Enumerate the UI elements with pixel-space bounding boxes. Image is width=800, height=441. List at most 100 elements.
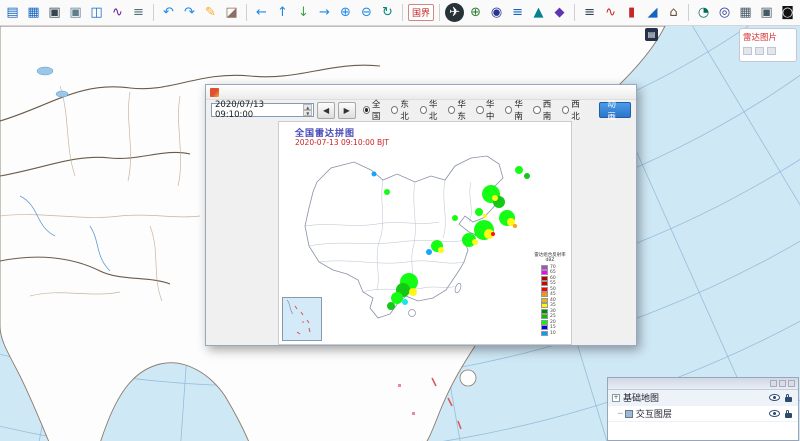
expander-icon[interactable]: + bbox=[612, 394, 620, 402]
layers-icon[interactable]: ≡ bbox=[508, 3, 527, 22]
radar-legend: 雷达组合反射率 dBZ 70656055504540353025201510 bbox=[532, 253, 568, 336]
pan-right-icon[interactable]: → bbox=[315, 3, 334, 22]
datetime-spinner[interactable]: ▲ ▼ bbox=[303, 104, 312, 116]
radar-echo bbox=[524, 173, 530, 179]
terrain-3d-icon[interactable]: ▲ bbox=[529, 3, 548, 22]
refresh-icon[interactable]: ↻ bbox=[378, 3, 397, 22]
region-radio-2[interactable]: 华北 bbox=[420, 98, 444, 122]
undo-icon[interactable]: ↶ bbox=[159, 3, 178, 22]
animate-button[interactable]: 动画 bbox=[599, 102, 631, 118]
legend-scale: 70656055504540353025201510 bbox=[532, 265, 568, 337]
radar-picture-panel[interactable]: 雷达图片 bbox=[739, 28, 797, 62]
zoom-out-icon[interactable]: ⊖ bbox=[357, 3, 376, 22]
radio-dot[interactable] bbox=[505, 106, 512, 114]
pan-down-icon[interactable]: ↓ bbox=[294, 3, 313, 22]
radar-picture-thumbs bbox=[743, 47, 793, 55]
legend-value: 15 bbox=[550, 325, 556, 330]
legend-swatch bbox=[541, 314, 548, 319]
visibility-eye-icon[interactable] bbox=[769, 394, 780, 401]
radio-dot[interactable] bbox=[448, 106, 455, 114]
legend-value: 65 bbox=[550, 270, 556, 275]
zoom-in-icon[interactable]: ⊕ bbox=[336, 3, 355, 22]
layers-panel-header[interactable] bbox=[608, 378, 798, 390]
layer-label: 交互图层 bbox=[636, 407, 769, 420]
main-toolbar: ▤▦▣▣◫∿≡↶↷✎◪←↑↓→⊕⊖↻国界✈⊕◉≡▲◆≡∿▮◢⌂◔◎▦▣◙ bbox=[0, 0, 800, 26]
datetime-value: 2020/07/13 09:10:00 bbox=[215, 100, 303, 120]
line-chart-icon[interactable]: ∿ bbox=[601, 3, 620, 22]
radio-dot[interactable] bbox=[420, 106, 427, 114]
workspace-icon[interactable]: ◆ bbox=[550, 3, 569, 22]
region-label: 华中 bbox=[486, 98, 501, 122]
radar-echo bbox=[402, 299, 408, 305]
layers-panel[interactable]: +基础地图─交互图层 bbox=[607, 377, 799, 441]
satellite-icon[interactable]: ◉ bbox=[487, 3, 506, 22]
panel-toggle-icon[interactable]: ▤ bbox=[645, 28, 658, 41]
layer-stack-icon[interactable]: ≡ bbox=[580, 3, 599, 22]
thumb-chip[interactable] bbox=[767, 47, 776, 55]
datetime-input[interactable]: 2020/07/13 09:10:00 ▲ ▼ bbox=[211, 103, 314, 117]
legend-swatch bbox=[541, 276, 548, 281]
region-radio-5[interactable]: 华南 bbox=[505, 98, 529, 122]
save-icon[interactable]: ◫ bbox=[87, 3, 106, 22]
legend-swatch bbox=[541, 320, 548, 325]
panel-window-button[interactable] bbox=[779, 380, 786, 387]
panel-window-button[interactable] bbox=[770, 380, 777, 387]
lock-icon[interactable] bbox=[785, 413, 792, 418]
redo-icon[interactable]: ↷ bbox=[180, 3, 199, 22]
legend-value: 35 bbox=[550, 303, 556, 308]
chart-icon[interactable]: ∿ bbox=[108, 3, 127, 22]
radio-dot[interactable] bbox=[562, 106, 569, 114]
data-grid-icon[interactable]: ▦ bbox=[24, 3, 43, 22]
pan-left-icon[interactable]: ← bbox=[252, 3, 271, 22]
region-radio-7[interactable]: 西北 bbox=[562, 98, 586, 122]
layer-type-icon bbox=[625, 410, 633, 418]
profile-icon[interactable]: ◢ bbox=[643, 3, 662, 22]
search-icon[interactable]: ◎ bbox=[715, 3, 734, 22]
open-data-icon[interactable]: ▤ bbox=[3, 3, 22, 22]
thumb-chip[interactable] bbox=[743, 47, 752, 55]
layer-row[interactable]: ─交互图层 bbox=[608, 406, 798, 422]
table-icon[interactable]: ▦ bbox=[736, 3, 755, 22]
monitor-icon[interactable]: ▣ bbox=[757, 3, 776, 22]
region-radio-3[interactable]: 华东 bbox=[448, 98, 472, 122]
radio-dot[interactable] bbox=[533, 106, 540, 114]
boundary-button[interactable]: 国界 bbox=[408, 4, 434, 21]
region-radio-1[interactable]: 东北 bbox=[391, 98, 415, 122]
globe-icon[interactable]: ⊕ bbox=[466, 3, 485, 22]
radar-image[interactable]: 全国雷达拼图 2020-07-13 09:10:00 BJT 雷达组合反射率 d… bbox=[278, 121, 572, 345]
thumb-chip[interactable] bbox=[755, 47, 764, 55]
prev-frame-button[interactable]: ◀ bbox=[317, 102, 335, 119]
edit-icon[interactable]: ✎ bbox=[201, 3, 220, 22]
radio-dot[interactable] bbox=[391, 106, 398, 114]
layer-group-row[interactable]: +基础地图 bbox=[608, 390, 798, 406]
region-radio-4[interactable]: 华中 bbox=[476, 98, 500, 122]
flight-icon[interactable]: ✈ bbox=[445, 3, 464, 22]
legend-value: 30 bbox=[550, 309, 556, 314]
radio-dot[interactable] bbox=[363, 106, 370, 114]
visibility-eye-icon[interactable] bbox=[769, 410, 780, 417]
region-radio-6[interactable]: 西南 bbox=[533, 98, 557, 122]
lock-icon[interactable] bbox=[785, 397, 792, 402]
radar-mosaic-dialog[interactable]: 2020/07/13 09:10:00 ▲ ▼ ◀ ▶ 全国东北华北华东华中华南… bbox=[205, 84, 637, 346]
display-icon[interactable]: ▣ bbox=[45, 3, 64, 22]
map-viewport[interactable]: 2020/07/13 09:10:00 ▲ ▼ ◀ ▶ 全国东北华北华东华中华南… bbox=[0, 26, 800, 441]
station-icon[interactable]: ⌂ bbox=[664, 3, 683, 22]
fill-icon[interactable]: ◪ bbox=[222, 3, 241, 22]
region-label: 全国 bbox=[372, 98, 387, 122]
radar-echo bbox=[391, 292, 403, 304]
next-frame-button[interactable]: ▶ bbox=[338, 102, 356, 119]
bar-chart-icon[interactable]: ▮ bbox=[622, 3, 641, 22]
panel-window-button[interactable] bbox=[788, 380, 795, 387]
camera-icon[interactable]: ◙ bbox=[778, 3, 797, 22]
radio-dot[interactable] bbox=[476, 106, 483, 114]
radar-image-timestamp: 2020-07-13 09:10:00 BJT bbox=[295, 138, 389, 147]
radar-echo bbox=[491, 232, 495, 236]
pan-up-icon[interactable]: ↑ bbox=[273, 3, 292, 22]
display-alt-icon[interactable]: ▣ bbox=[66, 3, 85, 22]
document-icon[interactable]: ≡ bbox=[129, 3, 148, 22]
region-radio-0[interactable]: 全国 bbox=[363, 98, 387, 122]
spinner-down-icon[interactable]: ▼ bbox=[303, 110, 312, 116]
region-label: 西北 bbox=[571, 98, 586, 122]
legend-swatch bbox=[541, 265, 548, 270]
radar-scan-icon[interactable]: ◔ bbox=[694, 3, 713, 22]
